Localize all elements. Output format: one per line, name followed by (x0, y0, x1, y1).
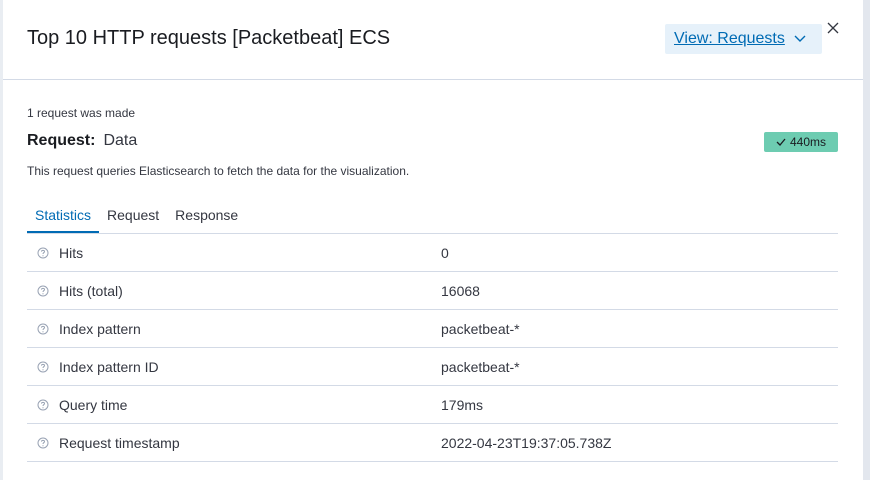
close-icon[interactable] (825, 20, 841, 36)
stat-name: Index pattern (59, 320, 141, 337)
stat-value: 2022-04-23T19:37:05.738Z (441, 434, 612, 451)
stat-name: Index pattern ID (59, 358, 159, 375)
table-row: Request timestamp 2022-04-23T19:37:05.73… (27, 424, 838, 462)
stat-value: packetbeat-* (441, 320, 520, 337)
stat-value: 0 (441, 244, 449, 261)
tab-response[interactable]: Response (167, 198, 246, 232)
question-circle-icon[interactable] (27, 399, 59, 411)
stat-value: 16068 (441, 282, 480, 299)
request-tabs: Statistics Request Response (27, 198, 838, 234)
chevron-down-icon (794, 35, 806, 42)
request-time-badge: 440ms (764, 132, 838, 152)
view-mode-label: View: Requests (674, 30, 785, 47)
flyout-title: Top 10 HTTP requests [Packetbeat] ECS (27, 27, 391, 49)
flyout-header: Top 10 HTTP requests [Packetbeat] ECS Vi… (3, 0, 863, 80)
inspector-flyout: Top 10 HTTP requests [Packetbeat] ECS Vi… (3, 0, 863, 480)
table-row: Hits (total) 16068 (27, 272, 838, 310)
view-mode-dropdown-button[interactable]: View: Requests (665, 24, 822, 54)
stat-name: Hits (total) (59, 282, 123, 299)
stat-name: Hits (59, 244, 84, 261)
question-circle-icon[interactable] (27, 247, 59, 259)
table-row: Query time 179ms (27, 386, 838, 424)
question-circle-icon[interactable] (27, 323, 59, 335)
tab-statistics[interactable]: Statistics (27, 198, 100, 233)
stat-name: Request timestamp (59, 434, 180, 451)
table-row: Index pattern packetbeat-* (27, 310, 838, 348)
request-description: This request queries Elasticsearch to fe… (27, 164, 410, 178)
table-row: Hits 0 (27, 234, 838, 272)
stat-value: 179ms (441, 396, 484, 413)
question-circle-icon[interactable] (27, 285, 59, 297)
scrollbar-track[interactable] (863, 0, 870, 480)
request-name: Data (103, 132, 138, 149)
stat-value: packetbeat-* (441, 358, 520, 375)
stat-name: Query time (59, 396, 128, 413)
request-title: Request: Data (27, 132, 137, 150)
request-label: Request: (27, 132, 96, 149)
question-circle-icon[interactable] (27, 361, 59, 373)
table-row: Index pattern ID packetbeat-* (27, 348, 838, 386)
request-time-value: 440ms (789, 135, 827, 149)
question-circle-icon[interactable] (27, 437, 59, 449)
tab-request[interactable]: Request (99, 198, 167, 232)
statistics-table: Hits 0 Hits (total) 16068 Index pattern … (27, 234, 838, 462)
request-count-text: 1 request was made (27, 106, 136, 120)
check-icon (776, 138, 786, 146)
